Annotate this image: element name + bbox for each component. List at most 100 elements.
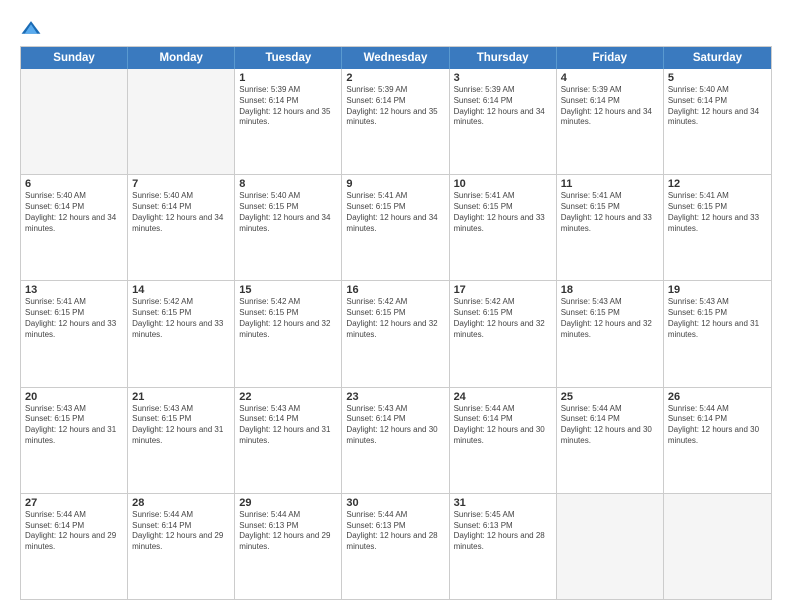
calendar-cell: 20Sunrise: 5:43 AM Sunset: 6:15 PM Dayli… xyxy=(21,388,128,493)
calendar-cell xyxy=(664,494,771,599)
calendar-cell: 29Sunrise: 5:44 AM Sunset: 6:13 PM Dayli… xyxy=(235,494,342,599)
calendar-cell: 4Sunrise: 5:39 AM Sunset: 6:14 PM Daylig… xyxy=(557,69,664,174)
cell-info: Sunrise: 5:44 AM Sunset: 6:14 PM Dayligh… xyxy=(668,404,767,447)
cell-info: Sunrise: 5:41 AM Sunset: 6:15 PM Dayligh… xyxy=(346,191,444,234)
cell-info: Sunrise: 5:44 AM Sunset: 6:14 PM Dayligh… xyxy=(561,404,659,447)
calendar-cell: 13Sunrise: 5:41 AM Sunset: 6:15 PM Dayli… xyxy=(21,281,128,386)
day-number: 21 xyxy=(132,391,230,403)
calendar-cell: 1Sunrise: 5:39 AM Sunset: 6:14 PM Daylig… xyxy=(235,69,342,174)
cell-info: Sunrise: 5:45 AM Sunset: 6:13 PM Dayligh… xyxy=(454,510,552,553)
day-number: 29 xyxy=(239,497,337,509)
calendar-week-row: 6Sunrise: 5:40 AM Sunset: 6:14 PM Daylig… xyxy=(21,175,771,281)
cell-info: Sunrise: 5:40 AM Sunset: 6:15 PM Dayligh… xyxy=(239,191,337,234)
calendar-cell: 6Sunrise: 5:40 AM Sunset: 6:14 PM Daylig… xyxy=(21,175,128,280)
cell-info: Sunrise: 5:40 AM Sunset: 6:14 PM Dayligh… xyxy=(25,191,123,234)
calendar-cell: 9Sunrise: 5:41 AM Sunset: 6:15 PM Daylig… xyxy=(342,175,449,280)
cell-info: Sunrise: 5:43 AM Sunset: 6:15 PM Dayligh… xyxy=(132,404,230,447)
day-number: 11 xyxy=(561,178,659,190)
day-number: 23 xyxy=(346,391,444,403)
cell-info: Sunrise: 5:41 AM Sunset: 6:15 PM Dayligh… xyxy=(25,297,123,340)
calendar-cell: 5Sunrise: 5:40 AM Sunset: 6:14 PM Daylig… xyxy=(664,69,771,174)
calendar-cell: 11Sunrise: 5:41 AM Sunset: 6:15 PM Dayli… xyxy=(557,175,664,280)
calendar-header-cell: Tuesday xyxy=(235,47,342,69)
day-number: 13 xyxy=(25,284,123,296)
day-number: 5 xyxy=(668,72,767,84)
calendar-header-cell: Friday xyxy=(557,47,664,69)
cell-info: Sunrise: 5:42 AM Sunset: 6:15 PM Dayligh… xyxy=(132,297,230,340)
calendar-cell xyxy=(557,494,664,599)
calendar-cell: 30Sunrise: 5:44 AM Sunset: 6:13 PM Dayli… xyxy=(342,494,449,599)
day-number: 2 xyxy=(346,72,444,84)
day-number: 16 xyxy=(346,284,444,296)
day-number: 14 xyxy=(132,284,230,296)
day-number: 10 xyxy=(454,178,552,190)
logo xyxy=(20,18,46,40)
calendar-header-cell: Saturday xyxy=(664,47,771,69)
calendar-header-cell: Monday xyxy=(128,47,235,69)
cell-info: Sunrise: 5:44 AM Sunset: 6:13 PM Dayligh… xyxy=(239,510,337,553)
day-number: 3 xyxy=(454,72,552,84)
day-number: 22 xyxy=(239,391,337,403)
day-number: 24 xyxy=(454,391,552,403)
day-number: 17 xyxy=(454,284,552,296)
calendar-cell: 25Sunrise: 5:44 AM Sunset: 6:14 PM Dayli… xyxy=(557,388,664,493)
calendar-cell: 31Sunrise: 5:45 AM Sunset: 6:13 PM Dayli… xyxy=(450,494,557,599)
page: SundayMondayTuesdayWednesdayThursdayFrid… xyxy=(0,0,792,612)
calendar-cell: 8Sunrise: 5:40 AM Sunset: 6:15 PM Daylig… xyxy=(235,175,342,280)
calendar-header-row: SundayMondayTuesdayWednesdayThursdayFrid… xyxy=(21,47,771,69)
cell-info: Sunrise: 5:44 AM Sunset: 6:14 PM Dayligh… xyxy=(132,510,230,553)
cell-info: Sunrise: 5:41 AM Sunset: 6:15 PM Dayligh… xyxy=(561,191,659,234)
logo-icon xyxy=(20,18,42,40)
day-number: 28 xyxy=(132,497,230,509)
calendar-cell: 27Sunrise: 5:44 AM Sunset: 6:14 PM Dayli… xyxy=(21,494,128,599)
day-number: 4 xyxy=(561,72,659,84)
day-number: 1 xyxy=(239,72,337,84)
calendar-cell: 23Sunrise: 5:43 AM Sunset: 6:14 PM Dayli… xyxy=(342,388,449,493)
calendar-week-row: 27Sunrise: 5:44 AM Sunset: 6:14 PM Dayli… xyxy=(21,494,771,599)
calendar-header-cell: Thursday xyxy=(450,47,557,69)
calendar-header-cell: Sunday xyxy=(21,47,128,69)
calendar-cell: 3Sunrise: 5:39 AM Sunset: 6:14 PM Daylig… xyxy=(450,69,557,174)
calendar-week-row: 20Sunrise: 5:43 AM Sunset: 6:15 PM Dayli… xyxy=(21,388,771,494)
cell-info: Sunrise: 5:39 AM Sunset: 6:14 PM Dayligh… xyxy=(239,85,337,128)
calendar-week-row: 13Sunrise: 5:41 AM Sunset: 6:15 PM Dayli… xyxy=(21,281,771,387)
calendar-cell: 21Sunrise: 5:43 AM Sunset: 6:15 PM Dayli… xyxy=(128,388,235,493)
cell-info: Sunrise: 5:40 AM Sunset: 6:14 PM Dayligh… xyxy=(668,85,767,128)
day-number: 25 xyxy=(561,391,659,403)
day-number: 6 xyxy=(25,178,123,190)
calendar-cell: 22Sunrise: 5:43 AM Sunset: 6:14 PM Dayli… xyxy=(235,388,342,493)
calendar-cell: 2Sunrise: 5:39 AM Sunset: 6:14 PM Daylig… xyxy=(342,69,449,174)
calendar-cell xyxy=(21,69,128,174)
day-number: 18 xyxy=(561,284,659,296)
cell-info: Sunrise: 5:43 AM Sunset: 6:14 PM Dayligh… xyxy=(346,404,444,447)
day-number: 31 xyxy=(454,497,552,509)
calendar-body: 1Sunrise: 5:39 AM Sunset: 6:14 PM Daylig… xyxy=(21,69,771,599)
cell-info: Sunrise: 5:39 AM Sunset: 6:14 PM Dayligh… xyxy=(454,85,552,128)
calendar-cell: 18Sunrise: 5:43 AM Sunset: 6:15 PM Dayli… xyxy=(557,281,664,386)
day-number: 9 xyxy=(346,178,444,190)
calendar: SundayMondayTuesdayWednesdayThursdayFrid… xyxy=(20,46,772,600)
calendar-cell: 14Sunrise: 5:42 AM Sunset: 6:15 PM Dayli… xyxy=(128,281,235,386)
calendar-cell: 15Sunrise: 5:42 AM Sunset: 6:15 PM Dayli… xyxy=(235,281,342,386)
day-number: 20 xyxy=(25,391,123,403)
calendar-cell: 7Sunrise: 5:40 AM Sunset: 6:14 PM Daylig… xyxy=(128,175,235,280)
cell-info: Sunrise: 5:39 AM Sunset: 6:14 PM Dayligh… xyxy=(346,85,444,128)
cell-info: Sunrise: 5:44 AM Sunset: 6:14 PM Dayligh… xyxy=(454,404,552,447)
cell-info: Sunrise: 5:44 AM Sunset: 6:13 PM Dayligh… xyxy=(346,510,444,553)
cell-info: Sunrise: 5:42 AM Sunset: 6:15 PM Dayligh… xyxy=(454,297,552,340)
calendar-header-cell: Wednesday xyxy=(342,47,449,69)
calendar-cell: 26Sunrise: 5:44 AM Sunset: 6:14 PM Dayli… xyxy=(664,388,771,493)
cell-info: Sunrise: 5:41 AM Sunset: 6:15 PM Dayligh… xyxy=(668,191,767,234)
cell-info: Sunrise: 5:44 AM Sunset: 6:14 PM Dayligh… xyxy=(25,510,123,553)
day-number: 7 xyxy=(132,178,230,190)
cell-info: Sunrise: 5:43 AM Sunset: 6:15 PM Dayligh… xyxy=(668,297,767,340)
cell-info: Sunrise: 5:42 AM Sunset: 6:15 PM Dayligh… xyxy=(346,297,444,340)
cell-info: Sunrise: 5:42 AM Sunset: 6:15 PM Dayligh… xyxy=(239,297,337,340)
cell-info: Sunrise: 5:41 AM Sunset: 6:15 PM Dayligh… xyxy=(454,191,552,234)
header xyxy=(20,18,772,40)
day-number: 27 xyxy=(25,497,123,509)
calendar-cell: 19Sunrise: 5:43 AM Sunset: 6:15 PM Dayli… xyxy=(664,281,771,386)
cell-info: Sunrise: 5:43 AM Sunset: 6:14 PM Dayligh… xyxy=(239,404,337,447)
cell-info: Sunrise: 5:43 AM Sunset: 6:15 PM Dayligh… xyxy=(25,404,123,447)
day-number: 30 xyxy=(346,497,444,509)
